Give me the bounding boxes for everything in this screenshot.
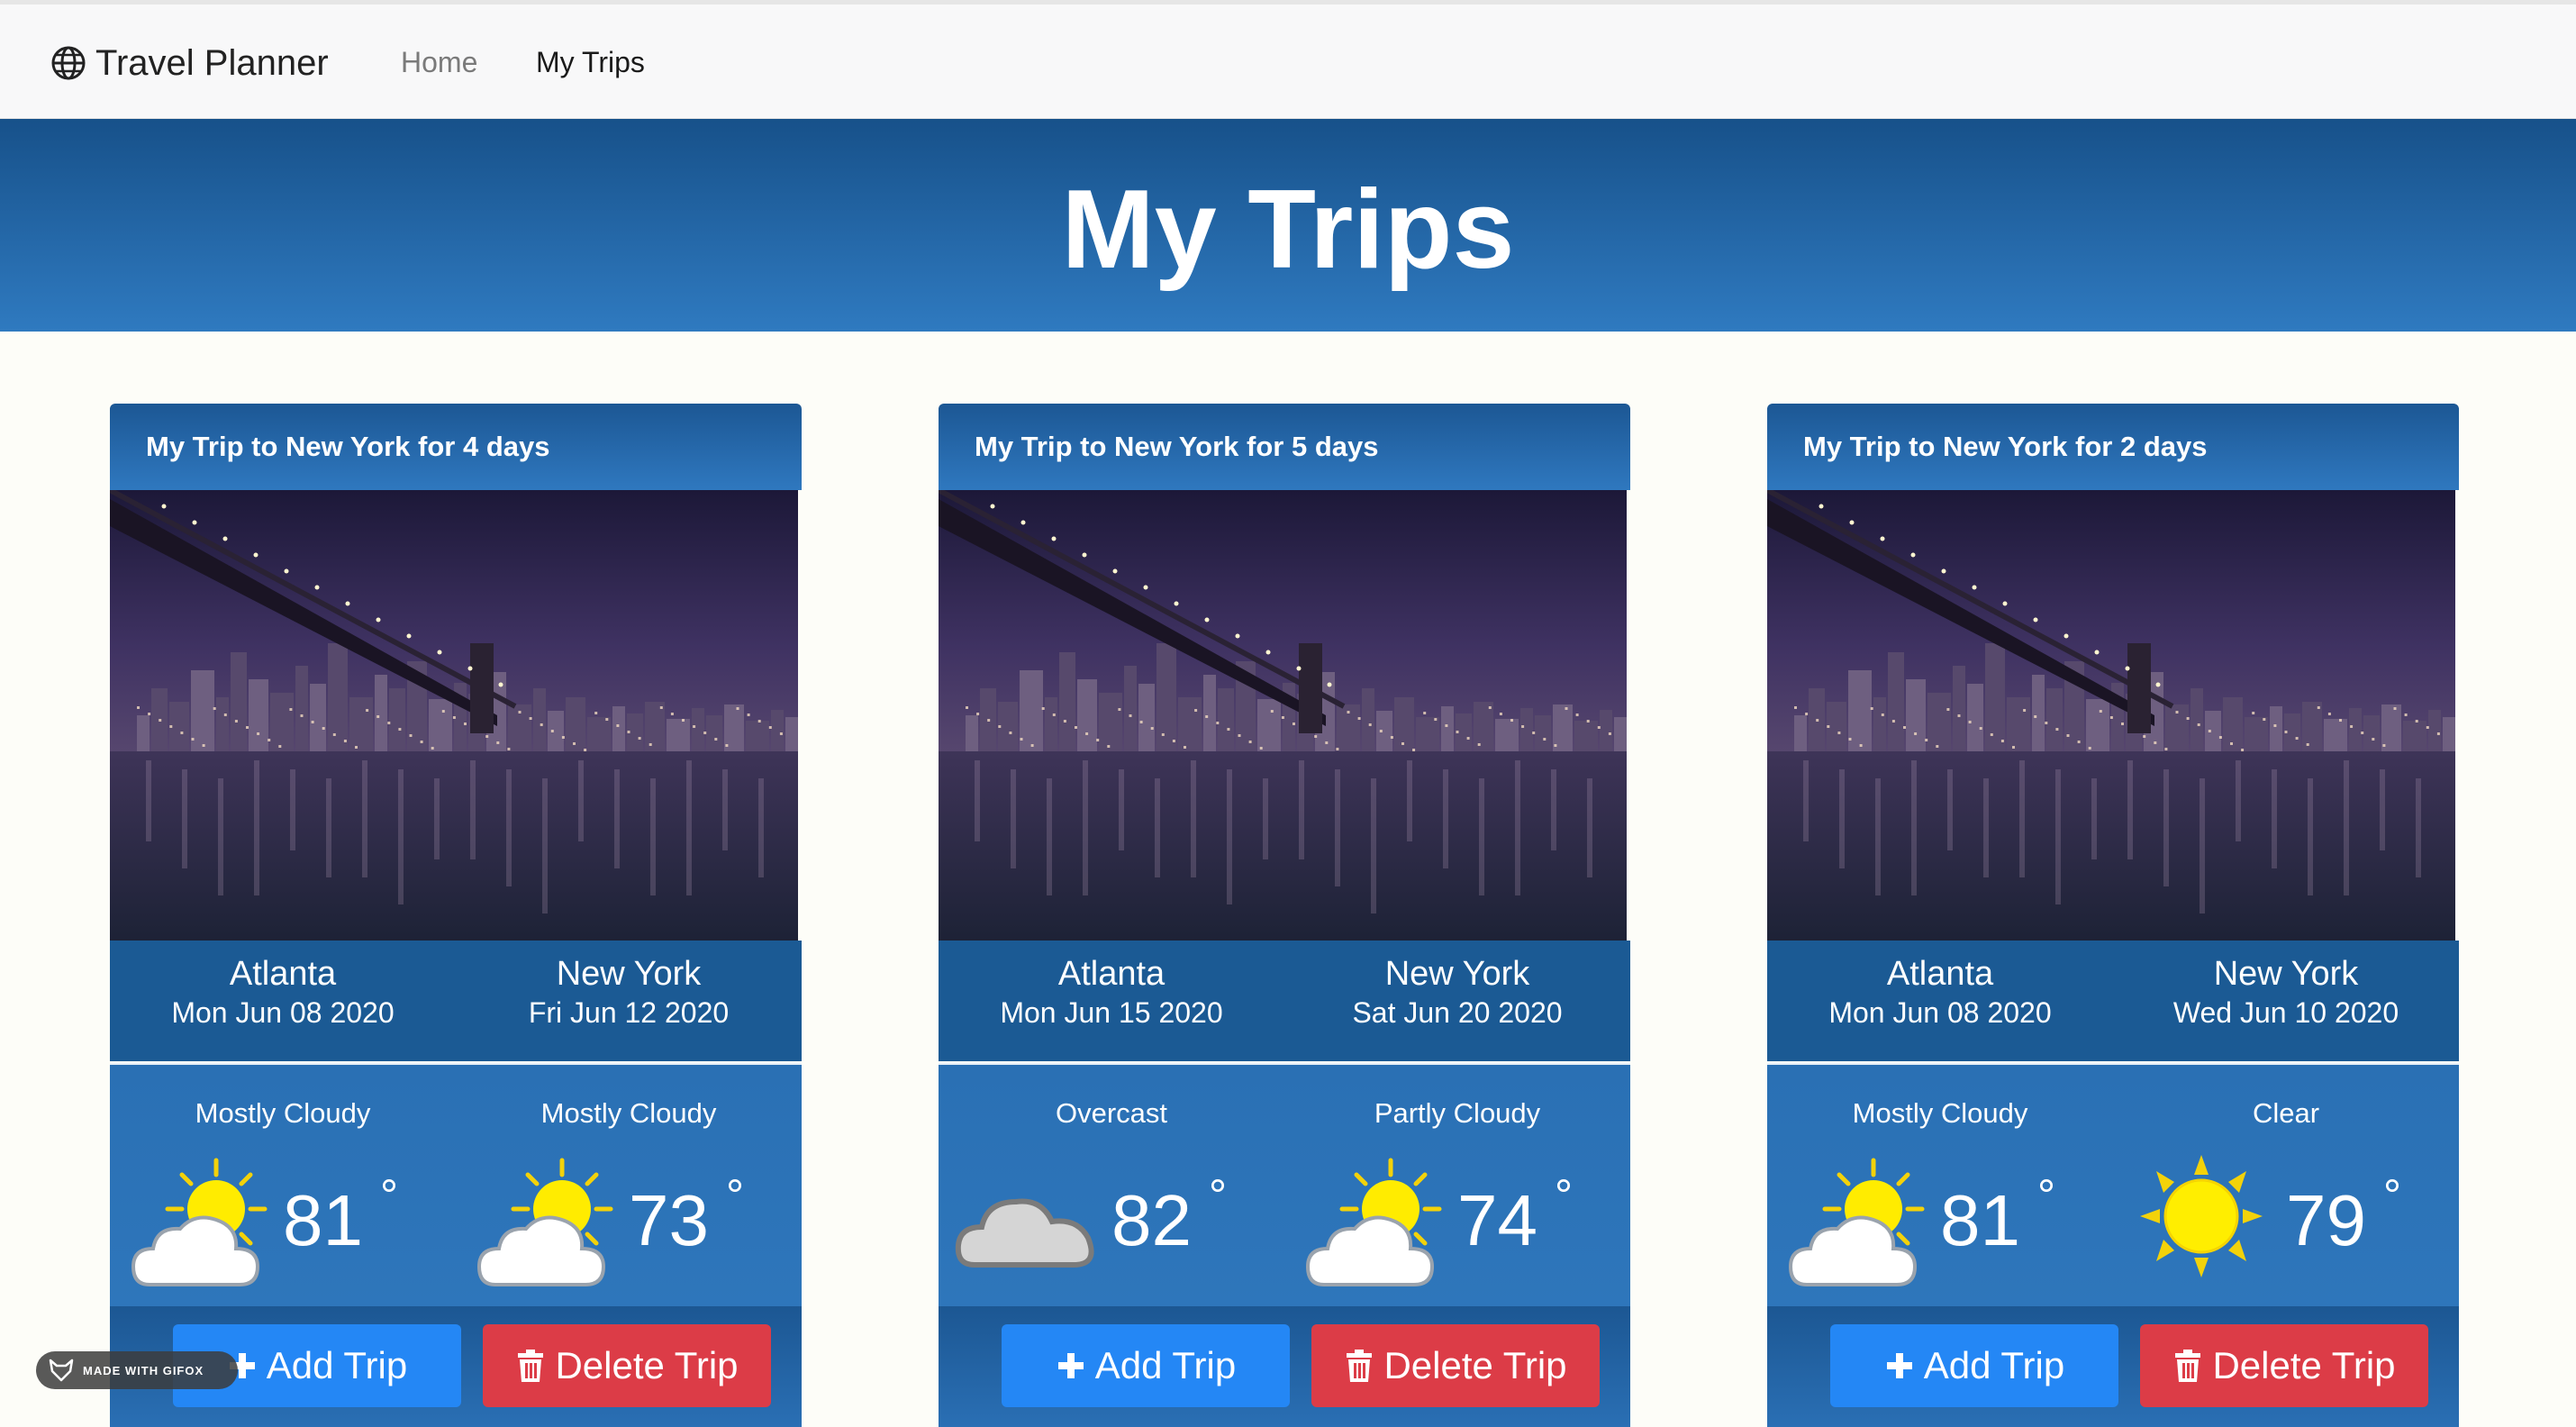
- weather-panel: Mostly Cloudy 81 ° Mostly Cloudy 73 °: [110, 1063, 802, 1306]
- origin-info: Atlanta Mon Jun 15 2020: [939, 953, 1284, 1031]
- weather-condition: Mostly Cloudy: [540, 1097, 717, 1129]
- plus-icon: [1886, 1353, 1912, 1378]
- trip-actions: Add Trip Delete Trip: [939, 1306, 1630, 1427]
- delete-trip-label: Delete Trip: [2212, 1344, 2396, 1386]
- weather-condition: Mostly Cloudy: [1852, 1097, 2028, 1129]
- add-trip-label: Add Trip: [1923, 1344, 2065, 1386]
- temperature: 79: [2286, 1180, 2366, 1260]
- trip-title: My Trip to New York for 2 days: [1803, 431, 2208, 462]
- brand[interactable]: Travel Planner: [50, 41, 329, 86]
- trash-icon: [518, 1350, 544, 1382]
- origin-city: Atlanta: [1886, 955, 1994, 993]
- sun-behind-cloud-icon: [1305, 1158, 1442, 1286]
- trip-card: My Trip to New York for 5 days Atlanta M…: [939, 404, 1630, 1427]
- degree-symbol: °: [1209, 1170, 1227, 1221]
- plus-icon: [1057, 1353, 1084, 1378]
- trip-card: My Trip to New York for 4 days Atlanta M…: [110, 404, 802, 1427]
- delete-trip-button[interactable]: Delete Trip: [1311, 1324, 1600, 1407]
- hero-banner: My Trips: [0, 119, 2576, 332]
- origin-city: Atlanta: [1057, 955, 1166, 993]
- trip-title: My Trip to New York for 4 days: [146, 431, 550, 462]
- weather-condition: Overcast: [1055, 1097, 1168, 1129]
- delete-trip-button[interactable]: Delete Trip: [2140, 1324, 2428, 1407]
- sun-behind-cloud-icon: [476, 1158, 613, 1286]
- cloud-icon: [955, 1198, 1094, 1268]
- trash-icon: [1347, 1350, 1373, 1382]
- origin-city: Atlanta: [229, 955, 337, 993]
- trip-route: Atlanta Mon Jun 08 2020 New York Fri Jun…: [110, 941, 802, 1061]
- destination-info: New York Wed Jun 10 2020: [2113, 953, 2459, 1031]
- temperature: 81: [283, 1180, 363, 1260]
- sun-behind-cloud-icon: [1788, 1158, 1925, 1286]
- trash-icon: [2175, 1350, 2201, 1382]
- globe-icon: [51, 46, 86, 80]
- destination-weather: Clear 79 °: [2113, 1065, 2459, 1308]
- add-trip-label: Add Trip: [1094, 1344, 1237, 1386]
- degree-symbol: °: [1555, 1170, 1573, 1221]
- destination-city: New York: [1384, 955, 1530, 993]
- nav-link-my-trips[interactable]: My Trips: [536, 46, 645, 79]
- trip-card-header: My Trip to New York for 4 days: [110, 404, 802, 490]
- gifox-watermark: MADE WITH GIFOX: [36, 1351, 238, 1389]
- destination-city: New York: [556, 955, 702, 993]
- weather-panel: Mostly Cloudy 81 ° Clear 79 °: [1767, 1063, 2459, 1306]
- degree-symbol: °: [2037, 1170, 2055, 1221]
- brand-name: Travel Planner: [95, 42, 329, 83]
- delete-trip-label: Delete Trip: [555, 1344, 739, 1386]
- degree-symbol: °: [2383, 1170, 2401, 1221]
- departure-date: Mon Jun 15 2020: [1000, 996, 1223, 1029]
- sun-icon: [2140, 1155, 2263, 1277]
- origin-info: Atlanta Mon Jun 08 2020: [1767, 953, 2113, 1031]
- trip-route: Atlanta Mon Jun 15 2020 New York Sat Jun…: [939, 941, 1630, 1061]
- trip-card-header: My Trip to New York for 2 days: [1767, 404, 2459, 490]
- departure-date: Mon Jun 08 2020: [1828, 996, 2052, 1029]
- page-title: My Trips: [1061, 168, 1515, 292]
- return-date: Wed Jun 10 2020: [2172, 996, 2399, 1029]
- return-date: Sat Jun 20 2020: [1352, 996, 1563, 1029]
- degree-symbol: °: [726, 1170, 744, 1221]
- destination-photo: [939, 490, 1627, 941]
- temperature: 82: [1111, 1180, 1192, 1260]
- temperature: 73: [629, 1180, 709, 1260]
- trip-route: Atlanta Mon Jun 08 2020 New York Wed Jun…: [1767, 941, 2459, 1061]
- departure-date: Mon Jun 08 2020: [171, 996, 395, 1029]
- trip-actions: Add Trip Delete Trip: [1767, 1306, 2459, 1427]
- add-trip-label: Add Trip: [266, 1344, 408, 1386]
- trip-card: My Trip to New York for 2 days Atlanta M…: [1767, 404, 2459, 1427]
- temperature: 74: [1457, 1180, 1537, 1260]
- temperature: 81: [1940, 1180, 2020, 1260]
- origin-weather: Mostly Cloudy 81 °: [110, 1065, 456, 1308]
- delete-trip-label: Delete Trip: [1383, 1344, 1567, 1386]
- weather-panel: Overcast 82 ° Partly Cloudy 74 °: [939, 1063, 1630, 1306]
- weather-condition: Partly Cloudy: [1374, 1097, 1541, 1129]
- sun-behind-cloud-icon: [131, 1158, 268, 1286]
- destination-info: New York Fri Jun 12 2020: [456, 953, 802, 1031]
- destination-weather: Mostly Cloudy 73 °: [456, 1065, 802, 1308]
- destination-photo: [1767, 490, 2455, 941]
- trip-card-header: My Trip to New York for 5 days: [939, 404, 1630, 490]
- weather-condition: Clear: [2252, 1097, 2320, 1129]
- destination-weather: Partly Cloudy 74 °: [1284, 1065, 1630, 1308]
- origin-info: Atlanta Mon Jun 08 2020: [110, 953, 456, 1031]
- nav-link-home[interactable]: Home: [401, 46, 477, 79]
- weather-condition: Mostly Cloudy: [195, 1097, 371, 1129]
- return-date: Fri Jun 12 2020: [528, 996, 730, 1029]
- destination-info: New York Sat Jun 20 2020: [1284, 953, 1630, 1031]
- navbar: Travel Planner Home My Trips: [0, 5, 2576, 119]
- delete-trip-button[interactable]: Delete Trip: [483, 1324, 771, 1407]
- origin-weather: Mostly Cloudy 81 °: [1767, 1065, 2113, 1308]
- degree-symbol: °: [380, 1170, 398, 1221]
- destination-city: New York: [2213, 955, 2359, 993]
- trip-title: My Trip to New York for 5 days: [975, 431, 1379, 462]
- add-trip-button[interactable]: Add Trip: [1830, 1324, 2118, 1407]
- origin-weather: Overcast 82 °: [939, 1065, 1284, 1308]
- destination-photo: [110, 490, 798, 941]
- add-trip-button[interactable]: Add Trip: [1002, 1324, 1290, 1407]
- watermark-text: MADE WITH GIFOX: [83, 1363, 204, 1377]
- fox-logo-icon: [49, 1359, 74, 1382]
